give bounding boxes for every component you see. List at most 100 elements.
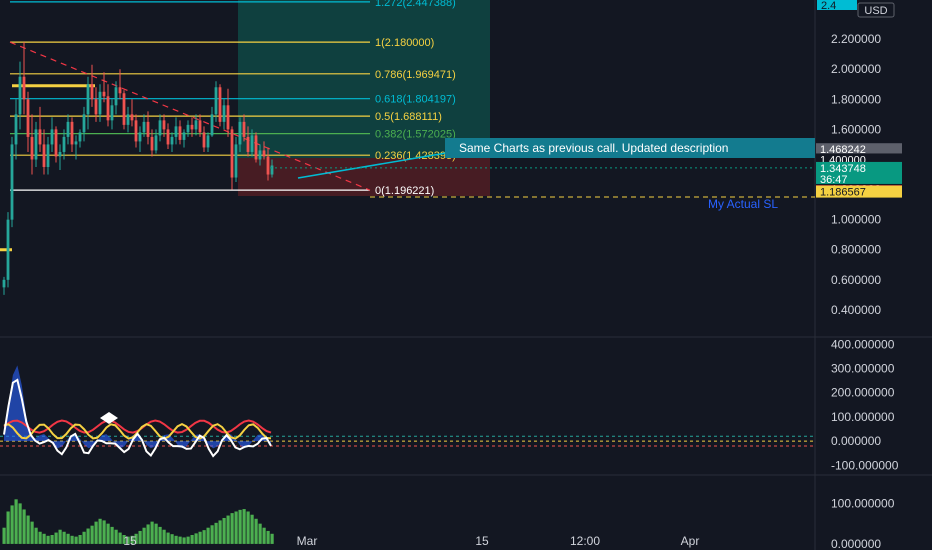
price-tick-label: 0.600000 (831, 273, 881, 287)
vol-bar (258, 523, 262, 544)
price-tick-label: 1.000000 (831, 213, 881, 227)
candle-body (230, 129, 234, 178)
vol-bar (42, 533, 46, 544)
fib-level-label: 0.618(1.804197) (375, 94, 456, 106)
vol-bar (110, 526, 114, 544)
vol-bar (186, 536, 190, 544)
price-tick-label: 0.400000 (831, 303, 881, 317)
vol-bar (90, 525, 94, 544)
vol-bar (174, 535, 178, 544)
candle-body (210, 114, 214, 136)
vol-bar (34, 527, 38, 544)
candle-body (206, 135, 210, 148)
candle-body (242, 121, 246, 137)
vol-tick-label: 0.000000 (831, 537, 881, 550)
candle-body (50, 129, 54, 145)
vol-bar (46, 535, 50, 544)
vol-bar (58, 529, 62, 544)
vol-bar (54, 532, 58, 544)
fib-level-label: 0.236(1.428393) (375, 150, 456, 162)
candle-body (70, 121, 74, 145)
vol-bar (242, 509, 246, 544)
vol-bar (262, 527, 266, 544)
time-tick-label: Mar (297, 534, 318, 548)
top-price-tag-text: 2.4 (821, 0, 836, 12)
callout-text: Same Charts as previous call. Updated de… (459, 141, 728, 155)
price-tick-label: 0.800000 (831, 243, 881, 257)
fib-level-label: 0.5(1.688111) (375, 111, 442, 123)
fib-level-label: 0(1.196221) (375, 185, 434, 197)
candle-body (30, 136, 34, 160)
vol-bar (62, 531, 66, 544)
candle-body (26, 99, 30, 137)
osc-tick-label: 200.000000 (831, 386, 895, 400)
candle-body (170, 136, 174, 145)
price-tick-label: 1.600000 (831, 122, 881, 136)
osc-tick-label: 400.000000 (831, 337, 895, 351)
candle-body (162, 120, 166, 130)
candle-body (102, 91, 106, 97)
candle-body (106, 96, 110, 121)
vol-bar (30, 521, 34, 544)
vol-bar (14, 499, 18, 544)
time-tick-label: 15 (475, 534, 489, 548)
candle-body (2, 279, 6, 288)
vol-bar (74, 536, 78, 544)
candle-body (14, 114, 18, 145)
vol-bar (266, 530, 270, 544)
vol-tick-label: 100.000000 (831, 496, 895, 510)
candle-body (214, 87, 218, 115)
candle-body (250, 135, 254, 152)
vol-bar (102, 520, 106, 544)
candle-body (58, 151, 62, 157)
candle-body (98, 91, 102, 115)
candle-body (90, 84, 94, 100)
vol-bar (18, 503, 22, 544)
vol-bar (222, 517, 226, 544)
osc-tick-label: 100.000000 (831, 410, 895, 424)
vol-bar (202, 530, 206, 544)
vol-bar (138, 530, 142, 544)
candle-body (22, 76, 26, 100)
vol-bar (70, 535, 74, 544)
trading-chart[interactable]: 1.272(2.447388) 1(2.180000) 0.786(1.969471… (0, 0, 932, 550)
vol-bar (6, 511, 10, 544)
candle-body (182, 132, 186, 140)
vol-bar (162, 529, 166, 544)
vol-bar (94, 521, 98, 544)
vol-bar (254, 518, 258, 544)
candle-body (158, 120, 162, 136)
vol-bar (50, 535, 54, 544)
candle-body (34, 129, 38, 160)
candle-body (190, 124, 194, 130)
time-tick-label: Apr (681, 534, 700, 548)
vol-bar (234, 511, 238, 544)
candle-body (118, 87, 122, 94)
candle-body (218, 87, 222, 122)
candle-body (194, 120, 198, 130)
candle-body (202, 132, 206, 148)
candle-body (150, 136, 154, 151)
vol-bar (198, 531, 202, 544)
fib-level-label: 0.786(1.969471) (375, 69, 456, 81)
vol-bar (194, 533, 198, 544)
candle-body (74, 141, 78, 145)
vol-bar (206, 527, 210, 544)
fib-level-label: 1.272(2.447388) (375, 0, 456, 9)
vol-bar (26, 515, 30, 544)
candle-body (138, 132, 142, 142)
osc-tick-label: 300.000000 (831, 361, 895, 375)
vol-bar (246, 511, 250, 544)
vol-bar (38, 531, 42, 544)
candle-body (198, 120, 202, 133)
vol-bar (238, 509, 242, 544)
candle-body (186, 124, 190, 133)
candle-body (46, 144, 50, 167)
candle-body (110, 105, 114, 121)
candle-body (114, 87, 118, 106)
vol-bar (22, 509, 26, 544)
fib-level-label: 0.382(1.572025) (375, 129, 456, 141)
price-tag-countdown: 36:47 (820, 174, 848, 186)
vol-bar (170, 534, 174, 544)
price-tick-label: 2.200000 (831, 32, 881, 46)
